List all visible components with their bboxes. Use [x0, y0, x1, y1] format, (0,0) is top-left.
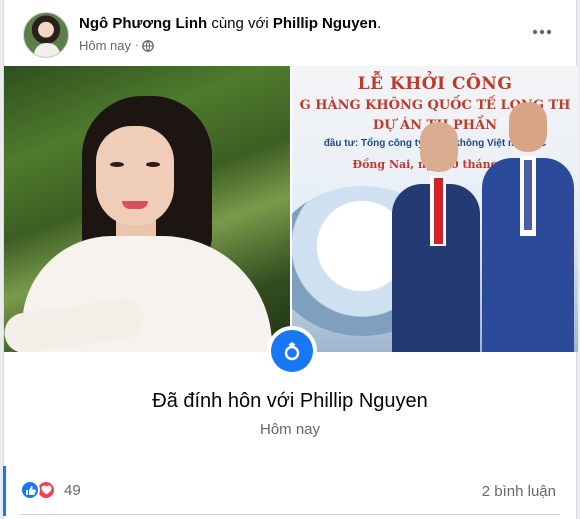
life-event-time: Hôm nay — [259, 421, 321, 438]
post-title-line: Ngô Phương Linh cùng với Phillip Nguyen. — [79, 15, 382, 32]
post-footer: 49 2 bình luận — [4, 474, 576, 510]
footer-divider — [20, 514, 560, 515]
author-name-link[interactable]: Ngô Phương Linh — [79, 15, 207, 32]
reactions-summary[interactable]: 49 — [20, 480, 81, 500]
tagged-name-link[interactable]: Phillip Nguyen — [273, 15, 377, 32]
post-photos: LỄ KHỞI CÔNG G HÀNG KHÔNG QUỐC TẾ LONG T… — [4, 66, 578, 352]
like-icon — [20, 480, 40, 500]
with-text: cùng với — [211, 15, 269, 32]
ring-icon — [271, 330, 313, 372]
separator-dot: · — [135, 40, 139, 51]
comments-count-link[interactable]: 2 bình luận — [482, 483, 556, 500]
life-event-title: Đã đính hôn với Phillip Nguyen — [152, 390, 428, 412]
author-avatar[interactable] — [23, 12, 69, 58]
ellipsis-icon[interactable] — [530, 20, 554, 44]
banner-title: LỄ KHỞI CÔNG — [357, 74, 513, 94]
reaction-count: 49 — [64, 481, 81, 499]
post-meta: Hôm nay · — [79, 38, 155, 53]
post-card: Ngô Phương Linh cùng với Phillip Nguyen.… — [3, 0, 578, 519]
photo-woman[interactable] — [4, 66, 290, 352]
photo-ceremony[interactable]: LỄ KHỞI CÔNG G HÀNG KHÔNG QUỐC TẾ LONG T… — [292, 66, 578, 352]
post-header: Ngô Phương Linh cùng với Phillip Nguyen.… — [4, 0, 576, 66]
globe-icon[interactable] — [142, 39, 155, 52]
post-time-link[interactable]: Hôm nay — [79, 38, 131, 53]
life-event-badge — [267, 326, 317, 376]
